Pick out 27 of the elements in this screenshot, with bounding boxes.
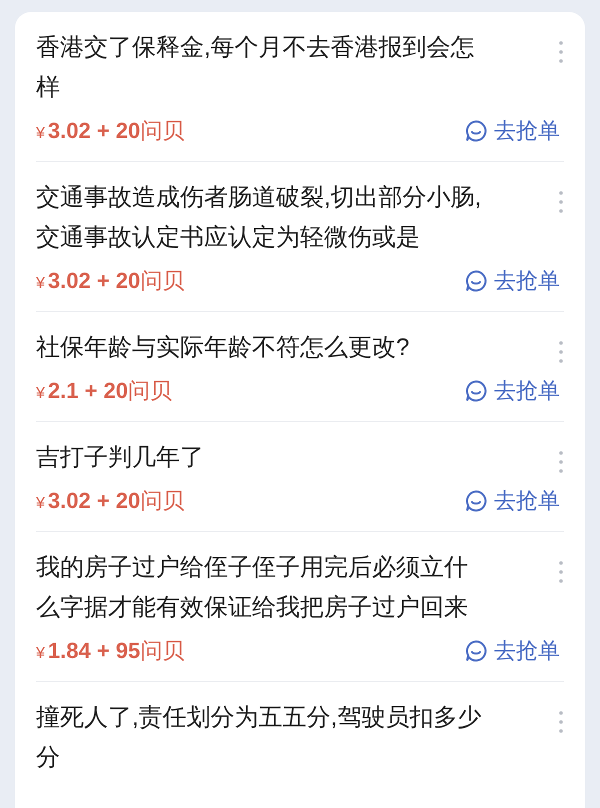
smile-icon: [464, 268, 488, 292]
question-title[interactable]: 社保年龄与实际年龄不符怎么更改?: [36, 328, 488, 368]
grab-order-button[interactable]: 去抢单: [464, 264, 560, 297]
more-icon[interactable]: [558, 40, 564, 64]
grab-order-button[interactable]: 去抢单: [464, 114, 560, 147]
smile-icon: [464, 378, 488, 402]
smile-icon: [464, 118, 488, 142]
reward-amount: ¥3.02 + 20问贝: [36, 117, 184, 145]
reward-amount: ¥1.84 + 95问贝: [36, 637, 184, 665]
question-title[interactable]: 交通事故造成伤者肠道破裂,切出部分小肠,交通事故认定书应认定为轻微伤或是: [36, 178, 488, 258]
reward-amount: ¥2.1 + 20问贝: [36, 377, 172, 405]
smile-icon: [464, 638, 488, 662]
grab-order-button[interactable]: 去抢单: [464, 634, 560, 667]
question-title[interactable]: 撞死人了,责任划分为五五分,驾驶员扣多少分: [36, 698, 488, 778]
question-title[interactable]: 吉打子判几年了: [36, 438, 488, 478]
more-icon[interactable]: [558, 190, 564, 214]
more-icon[interactable]: [558, 560, 564, 584]
more-icon[interactable]: [558, 710, 564, 734]
grab-order-button[interactable]: 去抢单: [464, 484, 560, 517]
question-title[interactable]: 香港交了保释金,每个月不去香港报到会怎样: [36, 28, 488, 108]
more-icon[interactable]: [558, 450, 564, 474]
question-title[interactable]: 我的房子过户给侄子侄子用完后必须立什么字据才能有效保证给我把房子过户回来: [36, 548, 488, 628]
reward-amount: ¥3.02 + 20问贝: [36, 267, 184, 295]
smile-icon: [464, 488, 488, 512]
grab-order-button[interactable]: 去抢单: [464, 374, 560, 407]
reward-amount: ¥3.02 + 20问贝: [36, 487, 184, 515]
more-icon[interactable]: [558, 340, 564, 364]
